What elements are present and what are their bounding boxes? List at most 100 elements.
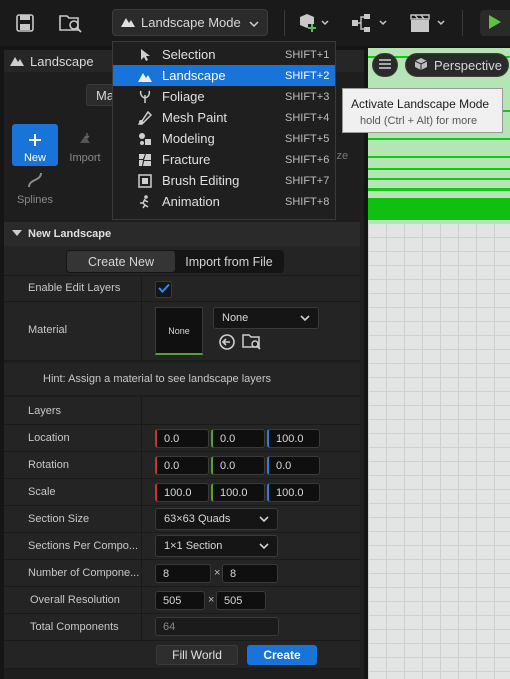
plus-icon: [28, 133, 42, 150]
browse-asset-icon[interactable]: [242, 333, 262, 351]
menu-item-foliage[interactable]: Foliage SHIFT+3: [113, 86, 335, 107]
mode-dropdown-menu: Selection SHIFT+1 Landscape SHIFT+2 Foli…: [112, 41, 336, 220]
tool-import[interactable]: Import: [62, 124, 108, 166]
chevron-down-icon: [259, 514, 269, 526]
location-label: Location: [28, 432, 70, 444]
play-button[interactable]: [480, 10, 510, 36]
location-y-field[interactable]: 0.0: [211, 429, 265, 448]
fill-world-button[interactable]: Fill World: [156, 645, 238, 665]
cube-icon: [414, 57, 428, 74]
create-button[interactable]: Create: [247, 645, 317, 665]
create-mode-segmented-control: Create New Import from File: [66, 250, 284, 273]
sections-per-component-label: Sections Per Compo...: [28, 540, 139, 552]
material-selected-value: None: [222, 312, 249, 324]
tool-splines[interactable]: Splines: [12, 168, 58, 208]
enable-edit-layers-label: Enable Edit Layers: [28, 282, 121, 294]
overall-resolution-label: Overall Resolution: [30, 594, 120, 606]
menu-item-brush-editing[interactable]: Brush Editing SHIFT+7: [113, 170, 335, 191]
use-selected-asset-icon[interactable]: [218, 333, 236, 351]
landscape-grid-line: [368, 188, 510, 191]
menu-item-fracture[interactable]: Fracture SHIFT+6: [113, 149, 335, 170]
location-x-field[interactable]: 0.0: [155, 429, 209, 448]
section-title: New Landscape: [28, 228, 112, 240]
landscape-icon: [137, 68, 153, 84]
section-size-value: 63×63 Quads: [164, 513, 231, 525]
segment-create-new[interactable]: Create New: [67, 251, 175, 272]
row-enable-edit-layers: Enable Edit Layers: [4, 276, 360, 302]
toolbar-separator: [284, 10, 285, 36]
material-dropdown[interactable]: None: [213, 307, 319, 329]
enable-edit-layers-checkbox[interactable]: [155, 281, 172, 298]
material-hint: Hint: Assign a material to see landscape…: [4, 363, 360, 395]
scale-y-field[interactable]: 100.0: [211, 483, 265, 502]
tool-label: New: [23, 152, 46, 164]
section-size-label: Section Size: [28, 513, 90, 525]
mode-tooltip: Activate Landscape Mode hold (Ctrl + Alt…: [342, 88, 503, 133]
tool-new[interactable]: New: [12, 124, 58, 166]
material-thumbnail[interactable]: None: [155, 307, 203, 355]
tooltip-subtitle: hold (Ctrl + Alt) for more: [360, 115, 478, 127]
menu-item-selection[interactable]: Selection SHIFT+1: [113, 44, 335, 65]
number-of-components-label: Number of Compone...: [28, 567, 140, 579]
menu-item-mesh-paint[interactable]: Mesh Paint SHIFT+4: [113, 107, 335, 128]
scale-label: Scale: [28, 486, 56, 498]
add-actor-icon[interactable]: [296, 12, 332, 34]
menu-item-modeling[interactable]: Modeling SHIFT+5: [113, 128, 335, 149]
mesh-paint-icon: [137, 110, 153, 126]
sections-per-component-value: 1×1 Section: [164, 540, 223, 552]
scale-x-field[interactable]: 100.0: [155, 483, 209, 502]
components-x-field[interactable]: 8: [155, 564, 211, 583]
viewport-perspective-button[interactable]: Perspective: [405, 53, 509, 77]
spline-icon: [26, 171, 44, 192]
brush-editing-icon: [137, 173, 153, 189]
viewport-options-button[interactable]: [372, 53, 398, 77]
total-components-field: 64: [155, 617, 279, 636]
save-icon[interactable]: [14, 12, 36, 34]
rotation-x-field[interactable]: 0.0: [155, 456, 209, 475]
chevron-down-icon: [300, 313, 310, 325]
import-icon: [77, 131, 93, 150]
resolution-y-field[interactable]: 505: [216, 591, 266, 610]
row-layers: Layers: [4, 397, 360, 425]
rotation-z-field[interactable]: 0.0: [267, 456, 320, 475]
layers-label: Layers: [28, 405, 62, 417]
section-size-dropdown[interactable]: 63×63 Quads: [155, 508, 278, 530]
tooltip-title: Activate Landscape Mode: [351, 97, 490, 111]
mode-selector-button[interactable]: Landscape Mode: [112, 9, 268, 36]
landscape-grid-line: [368, 168, 510, 170]
material-thumbnail-label: None: [168, 325, 190, 336]
landscape-grid-line: [368, 138, 510, 140]
rotation-label: Rotation: [28, 459, 69, 471]
segment-import-from-file[interactable]: Import from File: [175, 251, 283, 272]
location-z-field[interactable]: 100.0: [267, 429, 320, 448]
scale-z-field[interactable]: 100.0: [267, 483, 320, 502]
total-components-label: Total Components: [30, 621, 119, 633]
content-browser-icon[interactable]: [58, 12, 84, 34]
landscape-grid-line: [368, 156, 510, 158]
cinematics-icon[interactable]: [408, 12, 448, 34]
foliage-icon: [137, 89, 153, 105]
tool-resize-label[interactable]: ize: [334, 150, 348, 162]
section-header-new-landscape[interactable]: New Landscape: [4, 222, 360, 246]
menu-item-landscape[interactable]: Landscape SHIFT+2: [113, 65, 335, 86]
sections-per-component-dropdown[interactable]: 1×1 Section: [155, 535, 278, 557]
blueprint-icon[interactable]: [350, 12, 390, 34]
components-y-field[interactable]: 8: [222, 564, 278, 583]
tool-label: Splines: [16, 194, 54, 206]
menu-item-animation[interactable]: Animation SHIFT+8: [113, 191, 335, 212]
modeling-icon: [137, 131, 153, 147]
times-symbol: ×: [208, 594, 215, 606]
viewport-floor: [368, 223, 510, 679]
chevron-down-icon: [249, 15, 259, 30]
chevron-down-icon: [259, 541, 269, 553]
fracture-icon: [137, 152, 153, 168]
panel-title: Landscape: [30, 53, 94, 69]
level-viewport[interactable]: [368, 48, 510, 679]
hamburger-icon: [379, 58, 391, 72]
play-icon: [488, 14, 502, 33]
checkmark-icon: [157, 283, 170, 296]
animation-icon: [137, 194, 153, 210]
rotation-y-field[interactable]: 0.0: [211, 456, 265, 475]
resolution-x-field[interactable]: 505: [155, 591, 205, 610]
viewport-type-label: Perspective: [434, 57, 502, 73]
